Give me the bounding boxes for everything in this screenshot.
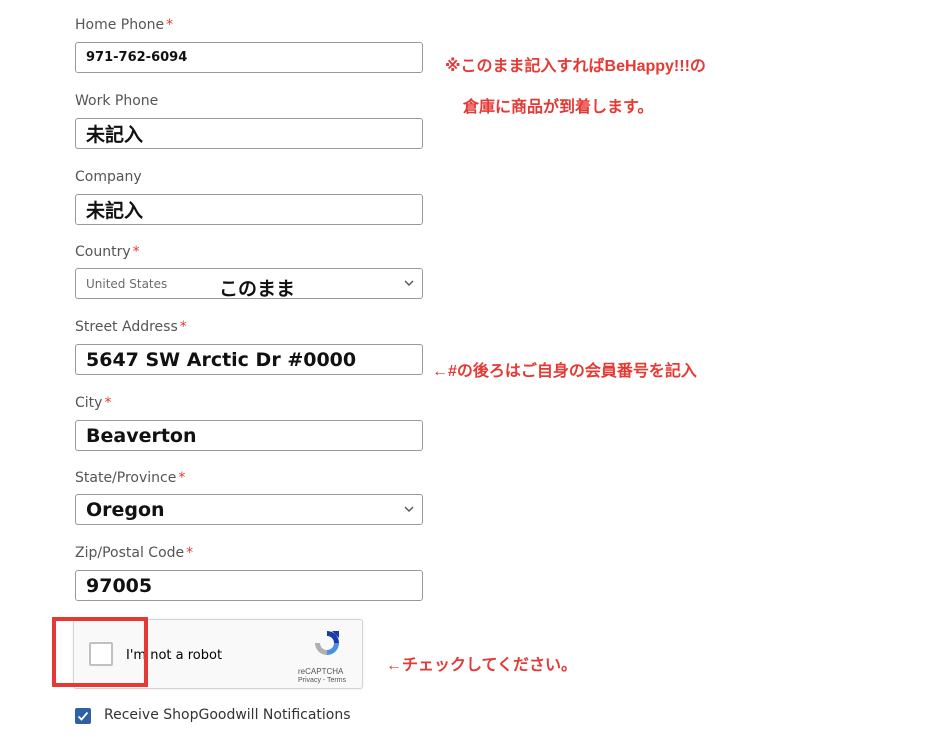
city-value: Beaverton — [86, 424, 197, 447]
state-select[interactable]: Oregon — [75, 494, 423, 525]
home-phone-field[interactable]: 971-762-6094 — [75, 42, 423, 73]
company-value: 未記入 — [86, 201, 144, 222]
work-phone-label: Work Phone — [75, 93, 159, 109]
chevron-down-icon — [404, 506, 414, 512]
street-address-value: 5647 SW Arctic Dr #0000 — [86, 348, 357, 371]
country-label: Country * — [75, 244, 140, 260]
city-field[interactable]: Beaverton — [75, 420, 423, 451]
notifications-checkbox[interactable] — [75, 708, 91, 724]
home-phone-value: 971-762-6094 — [86, 50, 188, 65]
address-member-note: ←#の後ろはご自身の会員番号を記入 — [432, 363, 697, 380]
country-value: United States — [86, 276, 168, 291]
checkmark-icon — [77, 711, 89, 721]
zip-field[interactable]: 97005 — [75, 570, 423, 601]
country-overlay-note: このまま — [219, 279, 296, 300]
work-phone-field[interactable]: 未記入 — [75, 118, 423, 149]
highlight-box — [52, 617, 148, 687]
zip-value: 97005 — [86, 574, 153, 597]
warehouse-note-line1: ※このまま記入すればBeHappy!!!の — [445, 58, 706, 75]
street-address-field[interactable]: 5647 SW Arctic Dr #0000 — [75, 344, 423, 375]
zip-label: Zip/Postal Code * — [75, 545, 194, 561]
state-label: State/Province * — [75, 470, 186, 486]
warehouse-note-line2: 倉庫に商品が到着します。 — [463, 99, 654, 116]
city-label: City * — [75, 395, 112, 411]
captcha-check-note: ←チェックしてください。 — [386, 657, 578, 674]
state-value: Oregon — [86, 498, 165, 521]
notifications-label: Receive ShopGoodwill Notifications — [104, 707, 351, 723]
home-phone-label: Home Phone * — [75, 17, 174, 33]
company-label: Company — [75, 169, 142, 185]
street-address-label: Street Address * — [75, 319, 187, 335]
work-phone-value: 未記入 — [86, 125, 144, 146]
chevron-down-icon — [404, 280, 414, 286]
recaptcha-privacy-terms-link[interactable]: Privacy - Terms — [298, 677, 346, 684]
recaptcha-brand: reCAPTCHA — [298, 667, 344, 676]
company-field[interactable]: 未記入 — [75, 194, 423, 225]
recaptcha-logo-icon — [315, 631, 339, 655]
